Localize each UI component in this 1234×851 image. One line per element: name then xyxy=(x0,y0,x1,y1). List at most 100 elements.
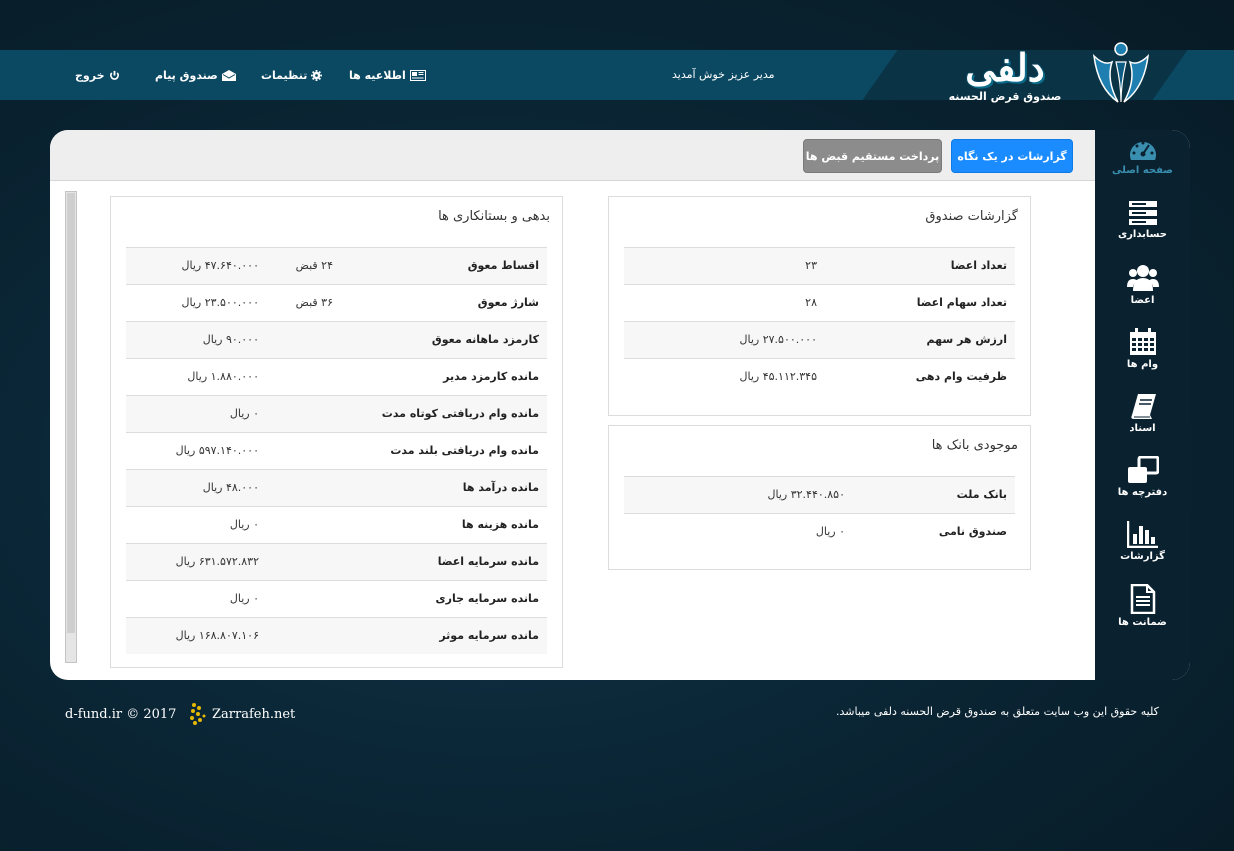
row-value: ۲۳ xyxy=(805,259,817,272)
row-value: ۰ ریال xyxy=(815,525,845,538)
nav-inbox[interactable]: صندوق پیام xyxy=(155,50,236,100)
row-value: ۱۶۸.۸۰۷.۱۰۶ ریال xyxy=(175,629,259,642)
calendar-icon xyxy=(1129,328,1156,355)
toolbar: گزارشات در یک نگاه پرداخت مستقیم قبض ها xyxy=(50,130,1095,181)
book-icon xyxy=(1130,394,1156,419)
table-row: ارزش هر سهم ۲۷.۵۰۰.۰۰۰ ریال xyxy=(624,321,1015,358)
main-panel: گزارشات در یک نگاه پرداخت مستقیم قبض ها … xyxy=(50,130,1190,680)
sidebar-item-reports[interactable]: گزارشات xyxy=(1095,514,1190,578)
footer-copyright: d-fund.ir © 2017 xyxy=(65,707,177,722)
row-value: ۲۳.۵۰۰.۰۰۰ ریال xyxy=(181,296,259,309)
sidebar-item-members[interactable]: اعضا xyxy=(1095,258,1190,322)
table-row: تعداد اعضا ۲۳ xyxy=(624,247,1015,284)
row-label: مانده وام دریافتی کوتاه مدت xyxy=(381,407,539,420)
row-value: ۰ ریال xyxy=(229,592,259,605)
debts-title: بدهی و بستانکاری ها xyxy=(438,209,550,224)
sidebar-item-label: صفحه اصلی xyxy=(1112,165,1173,176)
newspaper-icon xyxy=(409,69,426,81)
sidebar-item-label: گزارشات xyxy=(1120,551,1165,562)
scrollbar[interactable] xyxy=(65,191,77,663)
bank-balance-title: موجودی بانک ها xyxy=(931,438,1018,453)
fund-report-card: گزارشات صندوق تعداد اعضا ۲۳ تعداد سهام اع… xyxy=(608,196,1031,416)
nav-announcements[interactable]: اطلاعیه ها xyxy=(349,50,426,100)
sidebar-item-home[interactable]: صفحه اصلی xyxy=(1095,130,1190,194)
file-text-icon xyxy=(1130,584,1155,614)
row-label: تعداد اعضا xyxy=(950,259,1007,272)
table-row: مانده درآمد ها ۴۸.۰۰۰ ریال xyxy=(126,469,547,506)
sidebar-item-accounting[interactable]: حسابداری xyxy=(1095,194,1190,258)
sidebar-item-loans[interactable]: وام ها xyxy=(1095,322,1190,386)
row-qty: ۲۴ قبض xyxy=(295,259,333,272)
row-label: مانده سرمایه جاری xyxy=(435,592,539,605)
footer-brand-label: Zarrafeh.net xyxy=(212,706,296,722)
row-value: ۱.۸۸۰.۰۰۰ ریال xyxy=(187,370,259,383)
bank-balance-card: موجودی بانک ها بانک ملت ۳۲.۴۴۰.۸۵۰ ریال ص… xyxy=(608,425,1031,570)
table-row: صندوق نامی ۰ ریال xyxy=(624,513,1015,550)
nav-settings[interactable]: تنظیمات xyxy=(261,50,323,100)
gear-icon xyxy=(311,69,323,81)
sidebar-item-label: اعضا xyxy=(1130,295,1155,306)
row-label: ارزش هر سهم xyxy=(926,333,1007,346)
table-row: مانده سرمایه اعضا ۶۳۱.۵۷۲.۸۳۲ ریال xyxy=(126,543,547,580)
row-value: ۲۸ xyxy=(805,296,817,309)
debts-card: بدهی و بستانکاری ها اقساط معوق ۲۴ قبض ۴۷.۶… xyxy=(110,196,563,668)
table-row: بانک ملت ۳۲.۴۴۰.۸۵۰ ریال xyxy=(624,476,1015,513)
nav-settings-label: تنظیمات xyxy=(261,68,308,82)
sidebar-item-label: اسناد xyxy=(1129,423,1156,434)
table-row: مانده وام دریافتی بلند مدت ۵۹۷.۱۴۰.۰۰۰ ری… xyxy=(126,432,547,469)
nav-logout[interactable]: خروج xyxy=(75,50,120,100)
sidebar-item-booklets[interactable]: دفترچه ها xyxy=(1095,450,1190,514)
users-icon xyxy=(1126,265,1159,291)
row-label: بانک ملت xyxy=(956,488,1007,501)
row-qty: ۳۶ قبض xyxy=(295,296,333,309)
table-row: مانده هزینه ها ۰ ریال xyxy=(126,506,547,543)
nav-inbox-label: صندوق پیام xyxy=(155,68,218,82)
row-value: ۹۰.۰۰۰ ریال xyxy=(202,333,259,346)
table-row: شارژ معوق ۳۶ قبض ۲۳.۵۰۰.۰۰۰ ریال xyxy=(126,284,547,321)
row-label: ظرفیت وام دهی xyxy=(915,370,1007,383)
row-value: ۵۹۷.۱۴۰.۰۰۰ ریال xyxy=(175,444,259,457)
row-value: ۰ ریال xyxy=(229,407,259,420)
dashboard-icon xyxy=(1129,141,1156,160)
table-row: مانده سرمایه موثر ۱۶۸.۸۰۷.۱۰۶ ریال xyxy=(126,617,547,654)
row-value: ۲۷.۵۰۰.۰۰۰ ریال xyxy=(739,333,817,346)
sidebar-item-documents[interactable]: اسناد xyxy=(1095,386,1190,450)
logo[interactable]: دلفی صندوق قرض الحسنه xyxy=(862,38,1188,104)
row-label: مانده هزینه ها xyxy=(461,518,539,531)
row-label: تعداد سهام اعضا xyxy=(916,296,1007,309)
row-label: مانده درآمد ها xyxy=(462,481,539,494)
table-row: تعداد سهام اعضا ۲۸ xyxy=(624,284,1015,321)
power-icon xyxy=(109,70,119,80)
row-value: ۴۵.۱۱۲.۳۴۵ ریال xyxy=(739,370,817,383)
sidebar-item-label: وام ها xyxy=(1126,359,1159,370)
fund-report-title: گزارشات صندوق xyxy=(925,209,1018,224)
bar-chart-icon xyxy=(1126,521,1158,548)
row-value: ۰ ریال xyxy=(229,518,259,531)
sidebar: صفحه اصلی حسابداری اعضا وام ها اسناد دفت… xyxy=(1095,130,1190,680)
scrollbar-thumb[interactable] xyxy=(67,193,75,633)
table-row: اقساط معوق ۲۴ قبض ۴۷.۶۴۰.۰۰۰ ریال xyxy=(126,247,547,284)
envelope-icon xyxy=(221,69,236,81)
row-label: مانده کارمزد مدیر xyxy=(443,370,539,383)
footer-brand-link[interactable]: Zarrafeh.net xyxy=(186,702,295,726)
sidebar-item-label: ضمانت ها xyxy=(1118,617,1167,628)
row-label: مانده سرمایه اعضا xyxy=(437,555,539,568)
logo-subtitle: صندوق قرض الحسنه xyxy=(948,90,1062,103)
footer-rights: کلیه حقوق این وب سایت متعلق به صندوق قرض… xyxy=(836,705,1159,718)
logo-title: دلفی xyxy=(965,45,1045,90)
table-row: مانده وام دریافتی کوتاه مدت ۰ ریال xyxy=(126,395,547,432)
sidebar-item-guarantees[interactable]: ضمانت ها xyxy=(1095,578,1190,642)
row-label: مانده سرمایه موثر xyxy=(439,629,539,642)
direct-bill-payment-button[interactable]: پرداخت مستقیم قبض ها xyxy=(803,139,942,173)
nav-logout-label: خروج xyxy=(75,68,105,82)
clone-icon xyxy=(1127,456,1159,483)
row-value: ۳۲.۴۴۰.۸۵۰ ریال xyxy=(767,488,845,501)
table-row: ظرفیت وام دهی ۴۵.۱۱۲.۳۴۵ ریال xyxy=(624,358,1015,395)
row-label: اقساط معوق xyxy=(467,259,539,272)
logo-emblem-icon xyxy=(1092,42,1150,103)
row-label: صندوق نامی xyxy=(938,525,1007,538)
reports-overview-button[interactable]: گزارشات در یک نگاه xyxy=(951,139,1073,173)
server-icon xyxy=(1128,201,1157,225)
table-row: کارمزد ماهانه معوق ۹۰.۰۰۰ ریال xyxy=(126,321,547,358)
row-label: شارژ معوق xyxy=(477,296,539,309)
